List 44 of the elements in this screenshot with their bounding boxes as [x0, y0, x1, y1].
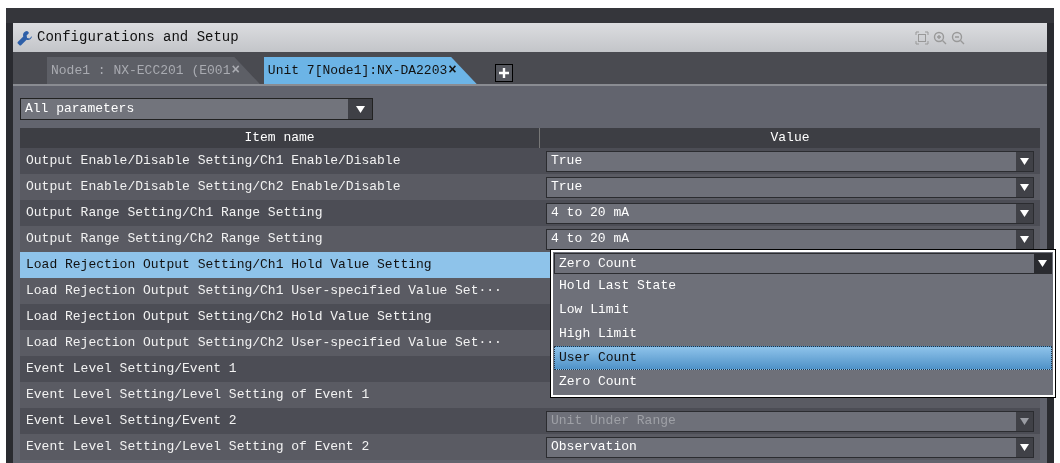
- caret-icon: [1038, 260, 1047, 267]
- value-dropdown[interactable]: Observation: [546, 436, 1034, 458]
- dropdown-option[interactable]: Hold Last State: [554, 274, 1052, 298]
- caret-icon: [355, 105, 365, 113]
- item-name-cell-text: Output Enable/Disable Setting/Ch1 Enable/Disable: [25, 152, 402, 171]
- filter-dropdown[interactable]: All parameters: [20, 98, 373, 120]
- item-name-cell-text: Event Level Setting/Level Setting of Event 2: [25, 438, 371, 457]
- item-name-cell-text: Load Rejection Output Setting/Ch1 Hold Value Setting: [25, 256, 433, 275]
- caret-icon: [1020, 443, 1029, 451]
- value-dropdown[interactable]: 4 to 20 mA: [546, 228, 1034, 250]
- tab[interactable]: Unit 7[Node1]:NX-DA2203×: [263, 57, 477, 84]
- item-name-cell-text: Event Level Setting/Level Setting of Event 1: [25, 386, 371, 405]
- caret-icon: [1020, 157, 1029, 165]
- window-title: Configurations and Setup: [37, 28, 239, 47]
- dropdown-option[interactable]: User Count: [554, 346, 1052, 370]
- dropdown-option[interactable]: Zero Count: [554, 370, 1052, 394]
- add-tab-button[interactable]: [494, 64, 513, 82]
- item-name-cell-text: Output Range Setting/Ch1 Range Setting: [25, 204, 324, 223]
- item-name-cell-text: Output Range Setting/Ch2 Range Setting: [25, 230, 324, 249]
- dropdown-option[interactable]: High Limit: [554, 322, 1052, 346]
- plus-icon: [498, 68, 509, 78]
- wrench-icon: [17, 29, 33, 46]
- value-dropdown[interactable]: Zero Count: [554, 253, 1052, 274]
- value-dropdown[interactable]: True: [546, 176, 1034, 198]
- value-dropdown[interactable]: True: [546, 150, 1034, 172]
- item-name-cell-text: Event Level Setting/Event 1: [25, 360, 238, 379]
- fit-view-icon[interactable]: [915, 30, 929, 45]
- close-icon[interactable]: ×: [231, 60, 240, 81]
- tab[interactable]: Node1 : NX-ECC201 (E001×: [47, 57, 260, 84]
- caret-icon: [1020, 209, 1029, 217]
- value-dropdown[interactable]: 4 to 20 mA: [546, 202, 1034, 224]
- caret-icon: [1020, 183, 1029, 191]
- zoom-in-icon[interactable]: [933, 30, 947, 45]
- column-header: Value: [769, 129, 811, 147]
- item-name-cell-text: Load Rejection Output Setting/Ch1 User-specified Value Set···: [25, 282, 503, 301]
- dropdown-option[interactable]: Low Limit: [554, 298, 1052, 322]
- caret-icon: [1020, 235, 1029, 243]
- item-name-cell-text: Output Enable/Disable Setting/Ch2 Enable/Disable: [25, 178, 402, 197]
- caret-icon: [1020, 417, 1029, 425]
- item-name-cell-text: Load Rejection Output Setting/Ch2 Hold Value Setting: [25, 308, 433, 327]
- close-icon[interactable]: ×: [448, 60, 457, 81]
- item-name-cell-text: Event Level Setting/Event 2: [25, 412, 238, 431]
- item-name-cell-text: Load Rejection Output Setting/Ch2 User-specified Value Set···: [25, 334, 503, 353]
- zoom-out-icon[interactable]: [951, 30, 965, 45]
